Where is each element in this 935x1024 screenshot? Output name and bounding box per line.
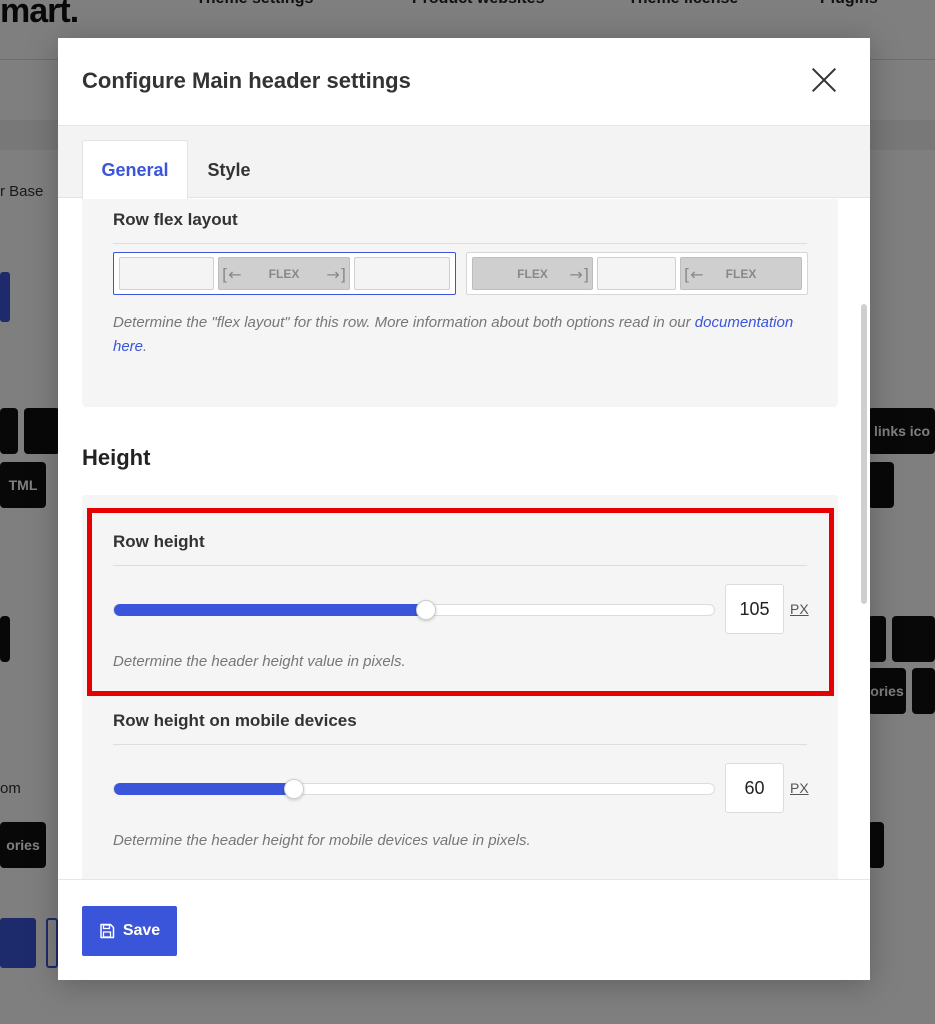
settings-modal: Configure Main header settings General S…	[58, 38, 870, 980]
tab-bar: General Style	[58, 126, 870, 200]
modal-title: Configure Main header settings	[82, 68, 411, 93]
flex-cell-grow: [← FLEX	[680, 257, 802, 290]
flex-layout-card: Row flex layout [← FLEX →] FLEX →] [← FL…	[82, 199, 838, 407]
flex-cell	[119, 257, 214, 290]
save-button[interactable]: Save	[82, 906, 177, 956]
flex-layout-description: Determine the "flex layout" for this row…	[113, 311, 813, 359]
row-height-mobile-slider-thumb[interactable]	[284, 779, 304, 799]
flex-cell-grow: FLEX →]	[472, 257, 593, 290]
modal-header: Configure Main header settings	[58, 38, 870, 126]
modal-body: Row flex layout [← FLEX →] FLEX →] [← FL…	[58, 199, 870, 879]
row-height-mobile-unit[interactable]: PX	[790, 780, 809, 796]
save-button-label: Save	[122, 922, 161, 939]
modal-footer: Save	[58, 879, 870, 980]
height-section-title: Height	[82, 445, 151, 470]
scrollbar[interactable]	[861, 304, 867, 604]
bracket-right-icon: →]	[326, 265, 346, 284]
flex-layout-option-a[interactable]: [← FLEX →]	[113, 252, 456, 295]
flex-cell-grow: [← FLEX →]	[218, 257, 350, 290]
divider	[113, 744, 807, 745]
flex-cell	[597, 257, 676, 290]
row-height-mobile-label: Row height on mobile devices	[113, 711, 357, 730]
row-height-mobile-slider-fill	[114, 783, 294, 795]
flex-layout-label: Row flex layout	[113, 210, 238, 229]
tab-style[interactable]: Style	[188, 140, 270, 200]
flex-layout-description-text: Determine the "flex layout" for this row…	[113, 314, 691, 331]
description-tail: .	[143, 338, 148, 355]
flex-layout-option-b[interactable]: FLEX →] [← FLEX	[466, 252, 808, 295]
save-icon	[100, 923, 115, 939]
bracket-right-icon: →]	[569, 265, 589, 284]
highlight-box	[87, 508, 834, 696]
row-height-mobile-slider[interactable]	[113, 779, 715, 799]
flex-cell	[354, 257, 450, 290]
divider	[113, 243, 807, 244]
flex-cell-label: FLEX	[725, 267, 757, 281]
row-height-mobile-input[interactable]	[725, 763, 784, 813]
row-height-mobile-description: Determine the header height for mobile d…	[113, 832, 531, 849]
tab-general[interactable]: General	[82, 140, 188, 200]
close-icon[interactable]	[810, 66, 838, 94]
